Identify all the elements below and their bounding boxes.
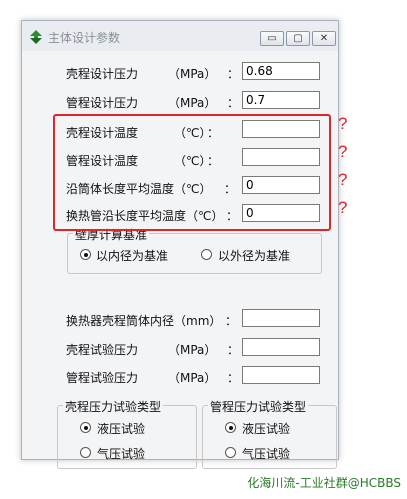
shell-test-pressure-unit: （MPa） <box>168 343 217 357</box>
question-mark-icon: ? <box>338 114 348 133</box>
colon: ： <box>227 343 240 357</box>
shell-inner-diameter-input[interactable] <box>242 309 320 327</box>
watermark: 化海川流-工业社群@HCBBS <box>247 476 401 490</box>
shell-design-pressure-unit: （MPa） <box>168 67 217 81</box>
minimize-button[interactable]: ▭ <box>260 31 284 46</box>
radio-tube-hydraulic[interactable] <box>225 422 236 433</box>
minimize-icon: ▭ <box>267 33 277 44</box>
close-icon: ✕ <box>319 33 329 44</box>
radio-tube-hydraulic-label[interactable]: 液压试验 <box>242 420 290 437</box>
tube-design-pressure-label: 管程设计压力 <box>66 96 139 110</box>
title-bar: 主体设计参数 ▭ ▢ ✕ <box>22 21 338 51</box>
form-content: 壳程设计压力 （MPa） ： 0.68 管程设计压力 （MPa） ： 0.7 壳… <box>22 51 338 469</box>
colon: ： <box>225 314 238 328</box>
shell-design-pressure-input[interactable]: 0.68 <box>242 62 320 80</box>
restore-button[interactable]: ▢ <box>286 31 310 46</box>
colon: ： <box>227 371 240 385</box>
tube-test-type-title: 管程压力试验类型 <box>208 398 309 415</box>
app-icon <box>30 30 42 44</box>
radio-shell-pneumatic-label[interactable]: 气压试验 <box>97 445 145 462</box>
shell-test-type-title: 壳程压力试验类型 <box>63 398 164 415</box>
radio-shell-hydraulic[interactable] <box>80 422 91 433</box>
radio-inner-diameter[interactable] <box>80 249 91 260</box>
shell-design-pressure-label: 壳程设计压力 <box>66 67 139 81</box>
tube-design-pressure-unit: （MPa） <box>168 96 217 110</box>
radio-tube-pneumatic-label[interactable]: 气压试验 <box>242 445 290 462</box>
restore-icon: ▢ <box>293 33 303 44</box>
close-button[interactable]: ✕ <box>312 31 336 46</box>
dialog-window: 主体设计参数 ▭ ▢ ✕ 壳程设计压力 （MPa） ： 0.68 管程设计压力 … <box>21 20 339 469</box>
radio-shell-pneumatic[interactable] <box>80 447 91 458</box>
radio-shell-hydraulic-label[interactable]: 液压试验 <box>97 420 145 437</box>
radio-outer-diameter[interactable] <box>201 249 212 260</box>
wall-basis-group: 壁厚计算基准 以内径为基准 以外径为基准 <box>67 226 322 274</box>
shell-inner-diameter-label: 换热器壳程筒体内径（mm） <box>66 314 222 328</box>
tube-test-pressure-unit: （MPa） <box>168 371 217 385</box>
question-mark-icon: ? <box>338 142 348 161</box>
shell-test-pressure-input[interactable] <box>242 338 320 356</box>
tube-test-pressure-input[interactable] <box>242 366 320 384</box>
tube-test-type-group: 管程压力试验类型 液压试验 气压试验 <box>202 398 337 469</box>
radio-outer-diameter-label[interactable]: 以外径为基准 <box>218 247 290 264</box>
colon: ： <box>227 96 240 110</box>
window-title: 主体设计参数 <box>48 31 121 45</box>
question-mark-icon: ? <box>338 198 348 217</box>
shell-test-pressure-label: 壳程试验压力 <box>66 343 139 357</box>
shell-test-type-group: 壳程压力试验类型 液压试验 气压试验 <box>57 398 197 469</box>
radio-inner-diameter-label[interactable]: 以内径为基准 <box>96 247 168 264</box>
colon: ： <box>227 67 240 81</box>
tube-design-pressure-input[interactable]: 0.7 <box>242 91 320 109</box>
question-mark-icon: ? <box>338 170 348 189</box>
radio-tube-pneumatic[interactable] <box>225 447 236 458</box>
highlight-box <box>53 114 331 231</box>
tube-test-pressure-label: 管程试验压力 <box>66 371 139 385</box>
